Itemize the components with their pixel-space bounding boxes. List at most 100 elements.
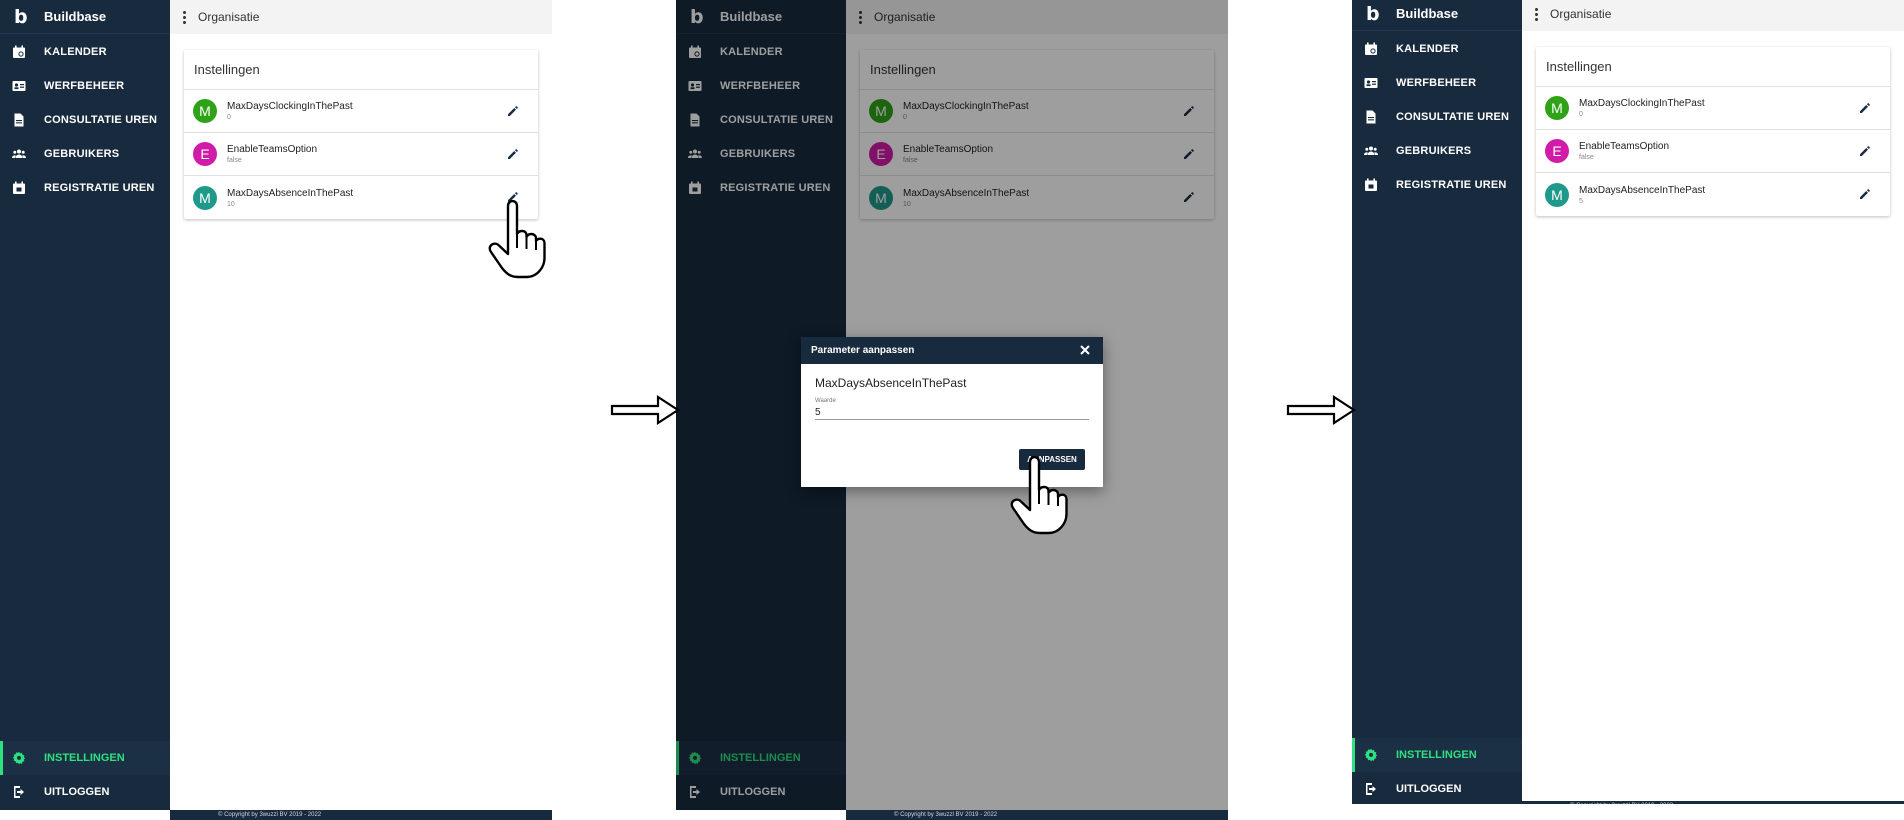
app-window-step-3: b Buildbase KALENDER WERFBEHEER CONSULTATI… xyxy=(1352,0,1904,804)
sidebar-item-label: GEBRUIKERS xyxy=(1396,145,1472,157)
avatar: E xyxy=(1545,139,1569,163)
footer: © Copyright by 3wuzzl BV 2019 - 2022 xyxy=(170,810,552,820)
sidebar-item-consultatie-uren[interactable]: CONSULTATIE UREN xyxy=(1352,100,1522,134)
footer: © Copyright by 3wuzzl BV 2019 - 2022 xyxy=(1522,801,1904,804)
sidebar-item-kalender[interactable]: KALENDER xyxy=(1352,32,1522,66)
topbar: Organisatie xyxy=(170,0,552,34)
sidebar-item-label: INSTELLINGEN xyxy=(1396,749,1477,761)
sidebar-item-label: WERFBEHEER xyxy=(44,80,125,92)
sidebar: b Buildbase KALENDER WERFBEHEER CONSULTATI… xyxy=(0,0,170,810)
setting-text: MaxDaysClockingInThePast 0 xyxy=(227,101,353,121)
setting-row[interactable]: M MaxDaysClockingInThePast 0 xyxy=(184,90,538,133)
setting-row[interactable]: M MaxDaysClockingInThePast 0 xyxy=(1536,87,1890,130)
pointer-hand-icon xyxy=(488,199,550,280)
setting-text: MaxDaysAbsenceInThePast 10 xyxy=(227,188,353,208)
setting-value: 0 xyxy=(227,114,231,121)
setting-row[interactable]: M MaxDaysAbsenceInThePast 5 xyxy=(1536,173,1890,216)
app-window-step-2: b Buildbase KALENDER WERFBEHEER CONSULTATI… xyxy=(676,0,1228,820)
sidebar-item-label: REGISTRATIE UREN xyxy=(1396,179,1507,191)
document-icon xyxy=(1364,110,1378,124)
sidebar-item-kalender[interactable]: KALENDER xyxy=(0,35,170,69)
calendar-icon xyxy=(1364,42,1378,56)
close-icon[interactable] xyxy=(1079,344,1091,356)
edit-pencil-icon[interactable] xyxy=(1858,144,1872,158)
calendar-icon xyxy=(12,45,26,59)
bottom-nav-menu: INSTELLINGEN UITLOGGEN xyxy=(1352,738,1522,804)
sidebar-item-label: UITLOGGEN xyxy=(44,786,110,798)
users-icon xyxy=(1364,144,1378,158)
more-vert-icon[interactable] xyxy=(182,10,186,24)
footer: © Copyright by 3wuzzl BV 2019 - 2022 xyxy=(846,810,1228,820)
id-card-icon xyxy=(12,79,26,93)
setting-key: MaxDaysAbsenceInThePast xyxy=(227,187,354,199)
settings-card: Instellingen M MaxDaysClockingInThePast 0 E… xyxy=(184,50,538,219)
sidebar-item-gebruikers[interactable]: GEBRUIKERS xyxy=(1352,134,1522,168)
sidebar-item-uitloggen[interactable]: UITLOGGEN xyxy=(0,775,170,809)
page-title: Organisatie xyxy=(1550,7,1612,21)
more-vert-icon[interactable] xyxy=(1534,7,1538,21)
sidebar-item-instellingen[interactable]: INSTELLINGEN xyxy=(1352,738,1522,772)
calendar-check-icon xyxy=(12,181,26,195)
page-title: Organisatie xyxy=(198,10,260,24)
logo-icon: b xyxy=(14,5,28,28)
calendar-check-icon xyxy=(1364,178,1378,192)
avatar: M xyxy=(1545,96,1569,120)
setting-text: EnableTeamsOption false xyxy=(1579,141,1669,161)
value-field-input[interactable]: 5 xyxy=(815,407,821,418)
app-name: Buildbase xyxy=(44,9,107,24)
setting-key: EnableTeamsOption xyxy=(227,144,318,155)
avatar: M xyxy=(193,185,217,210)
bottom-nav-menu: INSTELLINGEN UITLOGGEN xyxy=(0,741,170,809)
sidebar-item-label: CONSULTATIE UREN xyxy=(1396,111,1510,123)
setting-key: MaxDaysClockingInThePast xyxy=(1579,98,1705,109)
pointer-hand-icon xyxy=(1010,455,1072,536)
users-icon xyxy=(12,147,26,161)
nav-menu: KALENDER WERFBEHEER CONSULTATIE UREN GEBRUI… xyxy=(0,35,170,205)
edit-pencil-icon[interactable] xyxy=(506,147,520,161)
setting-value: 0 xyxy=(1579,111,1583,118)
value-field-label: Waarde xyxy=(815,398,836,404)
settings-list: M MaxDaysClockingInThePast 0 E EnableTeamsOp… xyxy=(1536,87,1890,216)
brand[interactable]: b Buildbase xyxy=(0,0,170,34)
dialog-header: Parameter aanpassen xyxy=(801,337,1103,364)
setting-value: 10 xyxy=(227,200,235,208)
sidebar-item-label: CONSULTATIE UREN xyxy=(44,114,158,126)
sidebar-item-label: REGISTRATIE UREN xyxy=(44,182,155,194)
logout-icon xyxy=(1364,782,1378,796)
edit-pencil-icon[interactable] xyxy=(1858,187,1872,201)
gear-icon xyxy=(12,751,26,765)
value-field[interactable]: Waarde 5 xyxy=(815,398,1089,420)
sidebar-item-registratie-uren[interactable]: REGISTRATIE UREN xyxy=(1352,168,1522,202)
avatar: M xyxy=(1545,182,1569,207)
setting-value: false xyxy=(227,157,242,164)
nav-menu: KALENDER WERFBEHEER CONSULTATIE UREN GEBRUI… xyxy=(1352,32,1522,202)
main-content: Instellingen M MaxDaysClockingInThePast 0 E… xyxy=(1522,31,1904,804)
sidebar-item-werfbeheer[interactable]: WERFBEHEER xyxy=(1352,66,1522,100)
sidebar-item-instellingen[interactable]: INSTELLINGEN xyxy=(0,741,170,775)
brand[interactable]: b Buildbase xyxy=(1352,0,1522,31)
app-window-step-1: b Buildbase KALENDER WERFBEHEER CONSULTATI… xyxy=(0,0,552,820)
setting-row[interactable]: E EnableTeamsOption false xyxy=(184,133,538,176)
edit-pencil-icon[interactable] xyxy=(506,104,520,118)
sidebar-item-uitloggen[interactable]: UITLOGGEN xyxy=(1352,772,1522,804)
main-content: Instellingen M MaxDaysClockingInThePast 0 E… xyxy=(170,34,552,810)
avatar: E xyxy=(193,142,217,166)
setting-text: MaxDaysClockingInThePast 0 xyxy=(1579,98,1705,118)
card-title: Instellingen xyxy=(184,50,538,90)
setting-row[interactable]: E EnableTeamsOption false xyxy=(1536,130,1890,173)
settings-list: M MaxDaysClockingInThePast 0 E EnableTeamsOp… xyxy=(184,90,538,219)
sidebar-item-registratie-uren[interactable]: REGISTRATIE UREN xyxy=(0,171,170,205)
sidebar-item-consultatie-uren[interactable]: CONSULTATIE UREN xyxy=(0,103,170,137)
sidebar-item-gebruikers[interactable]: GEBRUIKERS xyxy=(0,137,170,171)
edit-pencil-icon[interactable] xyxy=(1858,101,1872,115)
id-card-icon xyxy=(1364,76,1378,90)
logout-icon xyxy=(12,785,26,799)
topbar: Organisatie xyxy=(1522,0,1904,31)
setting-key: MaxDaysAbsenceInThePast xyxy=(1579,184,1706,196)
setting-text: EnableTeamsOption false xyxy=(227,144,317,164)
tutorial-sequence: b Buildbase KALENDER WERFBEHEER CONSULTATI… xyxy=(0,0,1904,820)
gear-icon xyxy=(1364,748,1378,762)
setting-row[interactable]: M MaxDaysAbsenceInThePast 10 xyxy=(184,176,538,219)
sidebar-item-werfbeheer[interactable]: WERFBEHEER xyxy=(0,69,170,103)
sidebar-item-label: WERFBEHEER xyxy=(1396,77,1477,89)
